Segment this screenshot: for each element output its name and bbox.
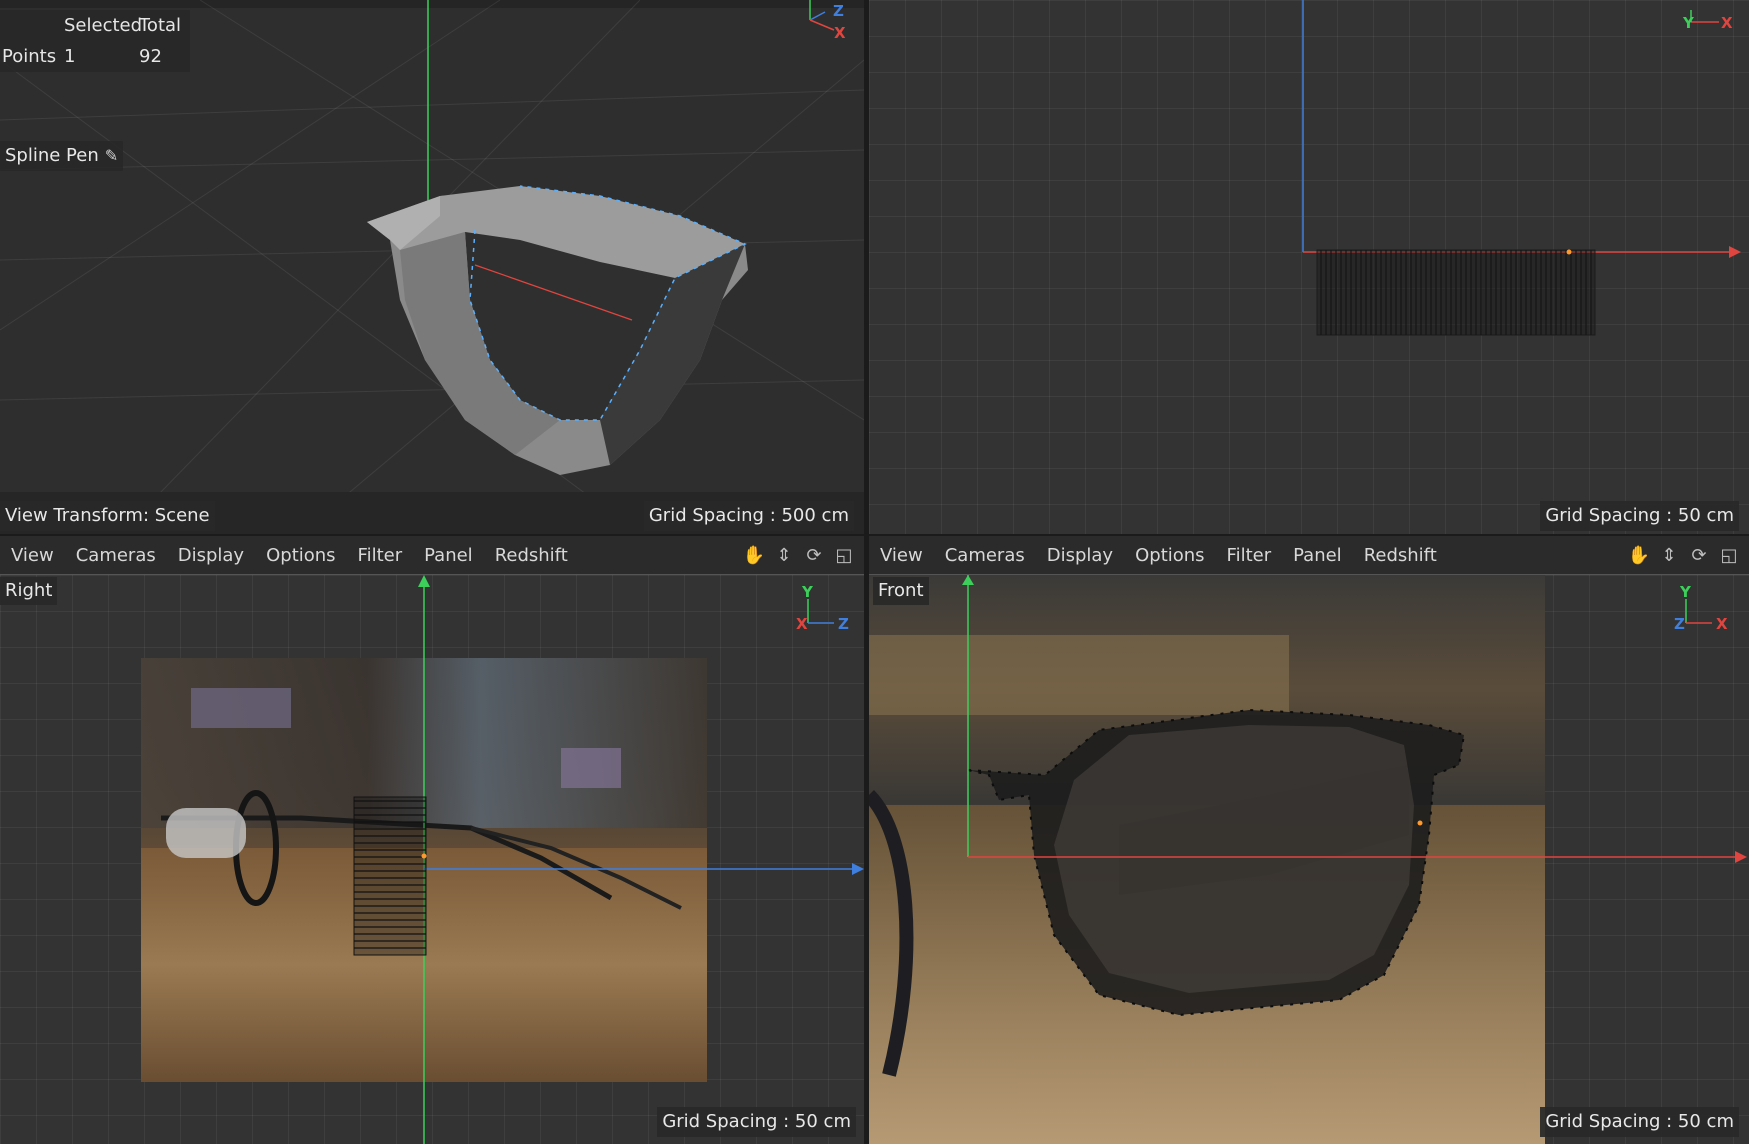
axis-z-label: Z: [838, 615, 849, 633]
menu-options[interactable]: Options: [1124, 545, 1215, 566]
top-view-scene: [1302, 0, 1741, 336]
hand-pan-icon[interactable]: ✋: [1628, 545, 1650, 566]
viewport-divider-horizontal[interactable]: [0, 534, 1749, 536]
menu-redshift[interactable]: Redshift: [1353, 545, 1448, 566]
viewport-top[interactable]: Y X Grid Spacing : 50 cm: [869, 0, 1749, 534]
right-view-scene: [353, 575, 864, 1144]
menu-view[interactable]: View: [0, 545, 65, 566]
axis-gizmo-right: Y X Z: [796, 583, 856, 633]
viewport-perspective[interactable]: Selected Total Points 1 92 Spline Pen ✎ …: [0, 0, 864, 534]
viewport-front[interactable]: Front Y X Z Grid Spacing : 50 cm: [869, 574, 1749, 1144]
active-tool-name: Spline Pen: [5, 145, 99, 166]
menu-options[interactable]: Options: [255, 545, 346, 566]
axis-x-label: X: [834, 24, 846, 42]
view-name-front: Front: [873, 577, 929, 605]
axis-x-label: X: [796, 615, 808, 633]
menubar-front-view: View Cameras Display Options Filter Pane…: [869, 536, 1749, 574]
menu-panel[interactable]: Panel: [1282, 545, 1353, 566]
axis-x-label: X: [1721, 14, 1733, 32]
menu-view[interactable]: View: [869, 545, 934, 566]
rotate-icon[interactable]: ⟳: [1689, 545, 1709, 566]
hud-row-label: Points: [2, 46, 57, 67]
menu-display[interactable]: Display: [167, 545, 255, 566]
hud-header-total: Total: [139, 15, 182, 36]
axis-z-label: Z: [1674, 615, 1685, 633]
axis-gizmo-front: Y X Z: [1674, 583, 1734, 633]
pen-tool-icon: ✎: [104, 146, 119, 165]
menu-filter[interactable]: Filter: [1216, 545, 1283, 566]
hud-header-selected: Selected: [64, 15, 143, 36]
grid-spacing-label-top: Grid Spacing : 50 cm: [1540, 501, 1739, 531]
move-icon[interactable]: ⇕: [774, 545, 794, 566]
maximize-icon[interactable]: ◱: [1719, 545, 1739, 566]
axis-gizmo-perspective: Z X: [800, 0, 850, 45]
hand-pan-icon[interactable]: ✋: [743, 545, 765, 566]
grid-spacing-label-perspective: Grid Spacing : 500 cm: [643, 501, 854, 531]
axis-y-label: Y: [1683, 14, 1694, 32]
grid-spacing-label-right: Grid Spacing : 50 cm: [657, 1107, 856, 1137]
menu-redshift[interactable]: Redshift: [484, 545, 579, 566]
active-tool-label: Spline Pen ✎: [0, 141, 124, 171]
menu-cameras[interactable]: Cameras: [934, 545, 1036, 566]
view-name-right: Right: [0, 577, 58, 605]
grid-spacing-label-front: Grid Spacing : 50 cm: [1540, 1107, 1739, 1137]
move-icon[interactable]: ⇕: [1659, 545, 1679, 566]
hud-total-count: 92: [139, 46, 162, 67]
view-transform-label: View Transform: Scene: [0, 501, 215, 531]
menubar-right-view: View Cameras Display Options Filter Pane…: [0, 536, 864, 574]
axis-gizmo-top: Y X: [1679, 10, 1739, 40]
rotate-icon[interactable]: ⟳: [804, 545, 824, 566]
viewport-right[interactable]: Right Y X Z Grid Spacing : 50 cm: [0, 574, 864, 1144]
menu-panel[interactable]: Panel: [413, 545, 484, 566]
viewport-divider-vertical[interactable]: [864, 0, 869, 1143]
selection-info-panel: Selected Total Points 1 92: [0, 10, 190, 72]
hud-selected-count: 1: [64, 46, 76, 67]
perspective-scene: [0, 0, 864, 534]
axis-x-label: X: [1716, 615, 1728, 633]
maximize-icon[interactable]: ◱: [834, 545, 854, 566]
front-view-scene: [962, 575, 1747, 1017]
menu-cameras[interactable]: Cameras: [65, 545, 167, 566]
menu-display[interactable]: Display: [1036, 545, 1124, 566]
menu-filter[interactable]: Filter: [347, 545, 414, 566]
axis-y-label: Y: [1680, 583, 1691, 601]
axis-y-label: Y: [802, 583, 813, 601]
axis-z-label: Z: [833, 2, 844, 20]
